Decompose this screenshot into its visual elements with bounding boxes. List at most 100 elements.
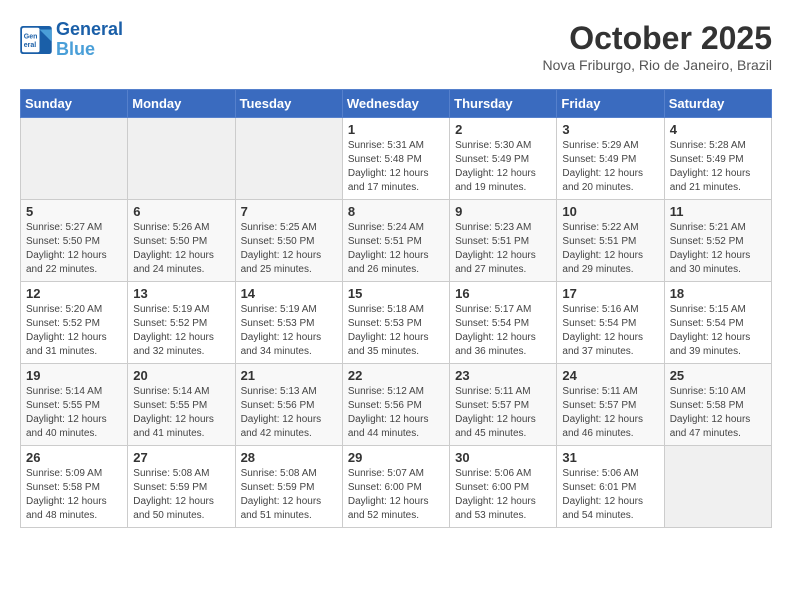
day-info: Sunrise: 5:20 AM Sunset: 5:52 PM Dayligh… bbox=[26, 303, 122, 359]
day-number: 31 bbox=[562, 450, 658, 465]
day-number: 9 bbox=[455, 204, 551, 219]
calendar-cell bbox=[128, 118, 235, 200]
day-number: 4 bbox=[670, 122, 766, 137]
day-info: Sunrise: 5:08 AM Sunset: 5:59 PM Dayligh… bbox=[133, 467, 229, 523]
weekday-header-thursday: Thursday bbox=[450, 90, 557, 118]
day-info: Sunrise: 5:12 AM Sunset: 5:56 PM Dayligh… bbox=[348, 385, 444, 441]
week-row-5: 26Sunrise: 5:09 AM Sunset: 5:58 PM Dayli… bbox=[21, 446, 772, 528]
calendar-cell: 21 Sunrise: 5:13 AM Sunset: 5:56 PM Dayli… bbox=[235, 364, 342, 446]
calendar-cell: 14 Sunrise: 5:19 AM Sunset: 5:53 PM Dayli… bbox=[235, 282, 342, 364]
calendar-cell bbox=[664, 446, 771, 528]
calendar-cell: 30Sunrise: 5:06 AM Sunset: 6:00 PM Dayli… bbox=[450, 446, 557, 528]
day-number: 21 bbox=[241, 368, 337, 383]
calendar-cell bbox=[235, 118, 342, 200]
day-info: Sunrise: 5:13 AM Sunset: 5:56 PM Dayligh… bbox=[241, 385, 337, 441]
day-number: 8 bbox=[348, 204, 444, 219]
day-info: Sunrise: 5:08 AM Sunset: 5:59 PM Dayligh… bbox=[241, 467, 337, 523]
day-info: Sunrise: 5:21 AM Sunset: 5:52 PM Dayligh… bbox=[670, 221, 766, 277]
day-info: Sunrise: 5:31 AM Sunset: 5:48 PM Dayligh… bbox=[348, 139, 444, 195]
day-info: Sunrise: 5:22 AM Sunset: 5:51 PM Dayligh… bbox=[562, 221, 658, 277]
calendar-cell: 10 Sunrise: 5:22 AM Sunset: 5:51 PM Dayli… bbox=[557, 200, 664, 282]
day-info: Sunrise: 5:25 AM Sunset: 5:50 PM Dayligh… bbox=[241, 221, 337, 277]
day-number: 12 bbox=[26, 286, 122, 301]
day-info: Sunrise: 5:24 AM Sunset: 5:51 PM Dayligh… bbox=[348, 221, 444, 277]
day-info: Sunrise: 5:29 AM Sunset: 5:49 PM Dayligh… bbox=[562, 139, 658, 195]
calendar-cell: 3 Sunrise: 5:29 AM Sunset: 5:49 PM Daylig… bbox=[557, 118, 664, 200]
day-info: Sunrise: 5:07 AM Sunset: 6:00 PM Dayligh… bbox=[348, 467, 444, 523]
calendar: SundayMondayTuesdayWednesdayThursdayFrid… bbox=[20, 89, 772, 528]
weekday-header-tuesday: Tuesday bbox=[235, 90, 342, 118]
weekday-header-saturday: Saturday bbox=[664, 90, 771, 118]
day-info: Sunrise: 5:06 AM Sunset: 6:01 PM Dayligh… bbox=[562, 467, 658, 523]
day-number: 16 bbox=[455, 286, 551, 301]
day-info: Sunrise: 5:11 AM Sunset: 5:57 PM Dayligh… bbox=[455, 385, 551, 441]
calendar-cell: 24 Sunrise: 5:11 AM Sunset: 5:57 PM Dayli… bbox=[557, 364, 664, 446]
weekday-header-monday: Monday bbox=[128, 90, 235, 118]
calendar-cell: 5Sunrise: 5:27 AM Sunset: 5:50 PM Daylig… bbox=[21, 200, 128, 282]
day-number: 22 bbox=[348, 368, 444, 383]
day-info: Sunrise: 5:18 AM Sunset: 5:53 PM Dayligh… bbox=[348, 303, 444, 359]
day-info: Sunrise: 5:19 AM Sunset: 5:53 PM Dayligh… bbox=[241, 303, 337, 359]
calendar-cell: 31 Sunrise: 5:06 AM Sunset: 6:01 PM Dayli… bbox=[557, 446, 664, 528]
day-number: 3 bbox=[562, 122, 658, 137]
calendar-cell: 11 Sunrise: 5:21 AM Sunset: 5:52 PM Dayli… bbox=[664, 200, 771, 282]
week-row-2: 5Sunrise: 5:27 AM Sunset: 5:50 PM Daylig… bbox=[21, 200, 772, 282]
logo-icon: Gen eral bbox=[20, 26, 52, 54]
day-info: Sunrise: 5:16 AM Sunset: 5:54 PM Dayligh… bbox=[562, 303, 658, 359]
calendar-cell bbox=[21, 118, 128, 200]
calendar-cell: 27 Sunrise: 5:08 AM Sunset: 5:59 PM Dayli… bbox=[128, 446, 235, 528]
day-info: Sunrise: 5:14 AM Sunset: 5:55 PM Dayligh… bbox=[26, 385, 122, 441]
calendar-cell: 23 Sunrise: 5:11 AM Sunset: 5:57 PM Dayli… bbox=[450, 364, 557, 446]
day-number: 23 bbox=[455, 368, 551, 383]
day-number: 13 bbox=[133, 286, 229, 301]
logo: Gen eral General Blue bbox=[20, 20, 123, 60]
calendar-cell: 26Sunrise: 5:09 AM Sunset: 5:58 PM Dayli… bbox=[21, 446, 128, 528]
calendar-cell: 15 Sunrise: 5:18 AM Sunset: 5:53 PM Dayli… bbox=[342, 282, 449, 364]
weekday-header-sunday: Sunday bbox=[21, 90, 128, 118]
weekday-header-friday: Friday bbox=[557, 90, 664, 118]
day-number: 19 bbox=[26, 368, 122, 383]
title-block: October 2025 Nova Friburgo, Rio de Janei… bbox=[542, 20, 772, 73]
weekday-header-row: SundayMondayTuesdayWednesdayThursdayFrid… bbox=[21, 90, 772, 118]
day-info: Sunrise: 5:23 AM Sunset: 5:51 PM Dayligh… bbox=[455, 221, 551, 277]
day-info: Sunrise: 5:28 AM Sunset: 5:49 PM Dayligh… bbox=[670, 139, 766, 195]
day-number: 15 bbox=[348, 286, 444, 301]
svg-text:eral: eral bbox=[24, 42, 37, 49]
calendar-cell: 13 Sunrise: 5:19 AM Sunset: 5:52 PM Dayli… bbox=[128, 282, 235, 364]
week-row-4: 19 Sunrise: 5:14 AM Sunset: 5:55 PM Dayli… bbox=[21, 364, 772, 446]
location: Nova Friburgo, Rio de Janeiro, Brazil bbox=[542, 57, 772, 73]
day-number: 20 bbox=[133, 368, 229, 383]
calendar-cell: 20Sunrise: 5:14 AM Sunset: 5:55 PM Dayli… bbox=[128, 364, 235, 446]
day-info: Sunrise: 5:27 AM Sunset: 5:50 PM Dayligh… bbox=[26, 221, 122, 277]
day-number: 11 bbox=[670, 204, 766, 219]
day-info: Sunrise: 5:19 AM Sunset: 5:52 PM Dayligh… bbox=[133, 303, 229, 359]
calendar-cell: 7Sunrise: 5:25 AM Sunset: 5:50 PM Daylig… bbox=[235, 200, 342, 282]
calendar-cell: 1Sunrise: 5:31 AM Sunset: 5:48 PM Daylig… bbox=[342, 118, 449, 200]
day-number: 28 bbox=[241, 450, 337, 465]
weekday-header-wednesday: Wednesday bbox=[342, 90, 449, 118]
day-info: Sunrise: 5:09 AM Sunset: 5:58 PM Dayligh… bbox=[26, 467, 122, 523]
day-info: Sunrise: 5:17 AM Sunset: 5:54 PM Dayligh… bbox=[455, 303, 551, 359]
calendar-cell: 2Sunrise: 5:30 AM Sunset: 5:49 PM Daylig… bbox=[450, 118, 557, 200]
logo-text: General Blue bbox=[56, 20, 123, 60]
day-number: 29 bbox=[348, 450, 444, 465]
day-number: 10 bbox=[562, 204, 658, 219]
day-info: Sunrise: 5:11 AM Sunset: 5:57 PM Dayligh… bbox=[562, 385, 658, 441]
calendar-cell: 22 Sunrise: 5:12 AM Sunset: 5:56 PM Dayli… bbox=[342, 364, 449, 446]
day-number: 6 bbox=[133, 204, 229, 219]
calendar-cell: 28 Sunrise: 5:08 AM Sunset: 5:59 PM Dayli… bbox=[235, 446, 342, 528]
day-number: 25 bbox=[670, 368, 766, 383]
calendar-cell: 29 Sunrise: 5:07 AM Sunset: 6:00 PM Dayli… bbox=[342, 446, 449, 528]
calendar-cell: 19 Sunrise: 5:14 AM Sunset: 5:55 PM Dayli… bbox=[21, 364, 128, 446]
week-row-1: 1Sunrise: 5:31 AM Sunset: 5:48 PM Daylig… bbox=[21, 118, 772, 200]
calendar-cell: 12 Sunrise: 5:20 AM Sunset: 5:52 PM Dayli… bbox=[21, 282, 128, 364]
week-row-3: 12 Sunrise: 5:20 AM Sunset: 5:52 PM Dayli… bbox=[21, 282, 772, 364]
calendar-cell: 9 Sunrise: 5:23 AM Sunset: 5:51 PM Daylig… bbox=[450, 200, 557, 282]
calendar-cell: 16 Sunrise: 5:17 AM Sunset: 5:54 PM Dayli… bbox=[450, 282, 557, 364]
day-number: 2 bbox=[455, 122, 551, 137]
day-number: 24 bbox=[562, 368, 658, 383]
calendar-cell: 18Sunrise: 5:15 AM Sunset: 5:54 PM Dayli… bbox=[664, 282, 771, 364]
day-number: 27 bbox=[133, 450, 229, 465]
calendar-cell: 6Sunrise: 5:26 AM Sunset: 5:50 PM Daylig… bbox=[128, 200, 235, 282]
day-number: 14 bbox=[241, 286, 337, 301]
